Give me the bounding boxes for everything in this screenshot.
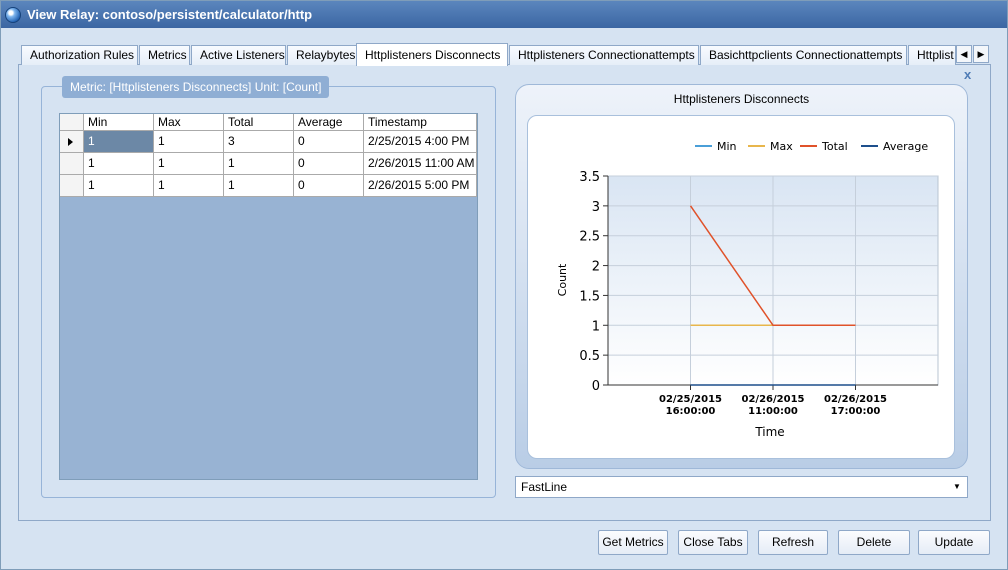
y-tick-label: 2 [592, 260, 600, 275]
x-tick-label: 02/26/2015 [824, 394, 887, 405]
tab-scroll-left-icon[interactable]: ◀ [956, 45, 972, 63]
tab-httplisteners-connectionattempts[interactable]: Httplisteners Connectionattempts [509, 45, 699, 65]
column-header-timestamp[interactable]: Timestamp [364, 114, 477, 130]
y-tick-label: 2.5 [579, 230, 600, 245]
title-bar: View Relay: contoso/persistent/calculato… [1, 1, 1007, 28]
tab-metrics[interactable]: Metrics [139, 45, 190, 65]
legend-entry: Max [770, 140, 793, 153]
table-cell[interactable]: 2/26/2015 11:00 AM [364, 153, 477, 174]
chart-type-select[interactable]: FastLine ▼ [515, 476, 968, 498]
x-tick-label: 16:00:00 [666, 406, 716, 417]
x-tick-label: 02/25/2015 [659, 394, 722, 405]
table-cell[interactable]: 0 [294, 175, 364, 196]
table-cell[interactable]: 0 [294, 131, 364, 152]
globe-icon [5, 6, 21, 23]
chart-area: 3.5 3 2.5 2 1.5 1 0.5 0 02/25/2015 16:00:00 02/26/… [527, 115, 955, 459]
grid-header-row: Min Max Total Average Timestamp [60, 114, 477, 131]
update-button[interactable]: Update [918, 530, 990, 555]
row-header[interactable] [60, 175, 84, 196]
y-tick-label: 0 [592, 379, 600, 394]
tab-authorization-rules[interactable]: Authorization Rules [21, 45, 138, 65]
y-tick-label: 3.5 [579, 170, 600, 185]
table-cell[interactable]: 1 [224, 175, 294, 196]
window-title: View Relay: contoso/persistent/calculato… [27, 7, 313, 22]
y-tick-label: 1 [592, 319, 600, 334]
metric-group-label: Metric: [Httplisteners Disconnects] Unit… [62, 76, 330, 98]
column-header-total[interactable]: Total [224, 114, 294, 130]
metrics-grid[interactable]: Min Max Total Average Timestamp 1 1 3 0 … [59, 113, 478, 480]
current-row-icon [68, 138, 73, 146]
y-tick-label: 3 [592, 200, 600, 215]
delete-button[interactable]: Delete [838, 530, 910, 555]
row-header[interactable] [60, 131, 84, 152]
table-cell[interactable]: 1 [84, 131, 154, 152]
table-cell[interactable]: 1 [84, 153, 154, 174]
y-axis-title: Count [556, 263, 569, 296]
chart-title: Httplisteners Disconnects [673, 92, 810, 106]
x-tick-label: 02/26/2015 [742, 394, 805, 405]
legend-entry: Total [821, 140, 848, 153]
get-metrics-button[interactable]: Get Metrics [598, 530, 668, 555]
legend-entry: Average [883, 140, 928, 153]
chart-type-value: FastLine [521, 480, 568, 494]
view-relay-window: View Relay: contoso/persistent/calculato… [0, 0, 1008, 570]
line-chart: 3.5 3 2.5 2 1.5 1 0.5 0 02/25/201516:00:00 02/26/… [556, 140, 939, 439]
close-tab-icon[interactable]: x [964, 67, 971, 82]
x-tick-label: 11:00:00 [748, 406, 798, 417]
table-cell[interactable]: 2/26/2015 5:00 PM [364, 175, 477, 196]
table-row[interactable]: 1 1 3 0 2/25/2015 4:00 PM [60, 131, 477, 153]
table-cell[interactable]: 1 [154, 131, 224, 152]
table-row[interactable]: 1 1 1 0 2/26/2015 5:00 PM [60, 175, 477, 197]
table-cell[interactable]: 2/25/2015 4:00 PM [364, 131, 477, 152]
x-tick-label: 17:00:00 [831, 406, 881, 417]
tab-relaybytes[interactable]: Relaybytes [287, 45, 357, 65]
refresh-button[interactable]: Refresh [758, 530, 828, 555]
column-header-average[interactable]: Average [294, 114, 364, 130]
tab-scroll-right-icon[interactable]: ▶ [973, 45, 989, 63]
table-row[interactable]: 1 1 1 0 2/26/2015 11:00 AM [60, 153, 477, 175]
grid-corner [60, 114, 84, 130]
row-header[interactable] [60, 153, 84, 174]
chevron-down-icon[interactable]: ▼ [950, 479, 964, 495]
table-cell[interactable]: 3 [224, 131, 294, 152]
y-tick-label: 0.5 [579, 349, 600, 364]
table-cell[interactable]: 1 [224, 153, 294, 174]
tab-httplist[interactable]: Httplist [908, 45, 956, 65]
legend-entry: Min [717, 140, 737, 153]
table-cell[interactable]: 1 [84, 175, 154, 196]
x-axis-title: Time [754, 425, 784, 439]
table-cell[interactable]: 1 [154, 175, 224, 196]
tab-basichttpclients-connectionattempts[interactable]: Basichttpclients Connectionattempts [700, 45, 907, 65]
tab-strip: Authorization Rules Metrics Active Liste… [21, 43, 991, 66]
tab-httplisteners-disconnects[interactable]: Httplisteners Disconnects [356, 43, 508, 66]
column-header-max[interactable]: Max [154, 114, 224, 130]
close-tabs-button[interactable]: Close Tabs [678, 530, 748, 555]
tab-active-listeners[interactable]: Active Listeners [191, 45, 286, 65]
y-tick-label: 1.5 [579, 289, 600, 304]
column-header-min[interactable]: Min [84, 114, 154, 130]
table-cell[interactable]: 0 [294, 153, 364, 174]
table-cell[interactable]: 1 [154, 153, 224, 174]
